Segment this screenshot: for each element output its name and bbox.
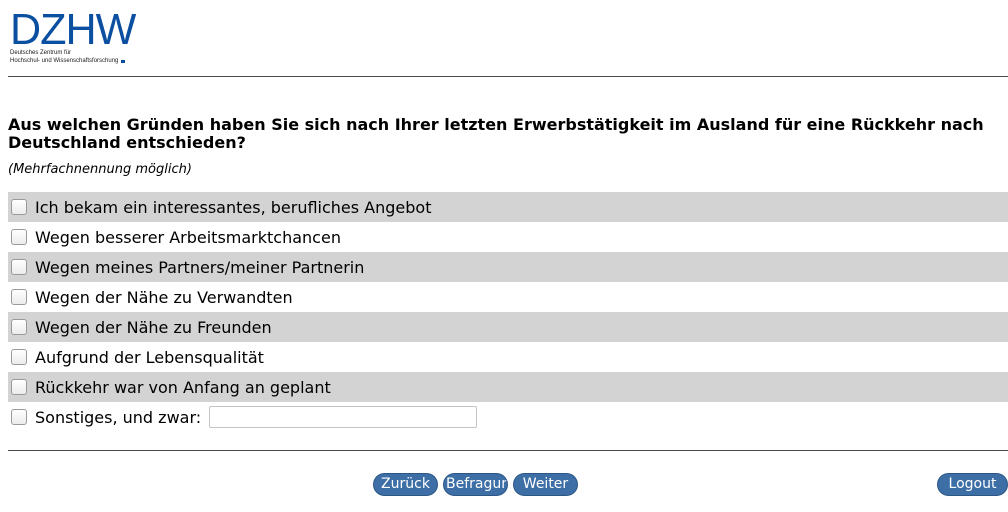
checkbox[interactable] [11, 319, 27, 335]
answer-options: Ich bekam ein interessantes, berufliches… [8, 192, 1008, 432]
footer-divider [8, 450, 1008, 451]
checkbox[interactable] [11, 259, 27, 275]
option-row[interactable]: Wegen der Nähe zu Freunden [8, 312, 1008, 342]
checkbox[interactable] [11, 349, 27, 365]
checkbox[interactable] [11, 379, 27, 395]
survey-button[interactable]: Befragung [443, 473, 508, 496]
logo-wordmark: DZHW [10, 5, 136, 54]
option-row-other[interactable]: Sonstiges, und zwar: [8, 402, 1008, 432]
other-text-input[interactable] [209, 406, 478, 428]
option-label: Aufgrund der Lebensqualität [35, 347, 264, 367]
option-row[interactable]: Rückkehr war von Anfang an geplant [8, 372, 1008, 402]
header-divider [8, 76, 1008, 77]
back-button[interactable]: Zurück [373, 473, 438, 496]
checkbox[interactable] [11, 199, 27, 215]
next-button[interactable]: Weiter [513, 473, 578, 496]
option-row[interactable]: Ich bekam ein interessantes, berufliches… [8, 192, 1008, 222]
option-label: Wegen der Nähe zu Freunden [35, 317, 272, 337]
question-hint: (Mehrfachnennung möglich) [8, 162, 192, 177]
logo-subtitle-line1: Deutsches Zentrum für [10, 50, 72, 56]
option-label: Rückkehr war von Anfang an geplant [35, 377, 331, 397]
question-text: Aus welchen Gründen haben Sie sich nach … [8, 115, 984, 152]
option-label: Wegen der Nähe zu Verwandten [35, 287, 293, 307]
logout-button[interactable]: Logout [937, 473, 1008, 496]
checkbox[interactable] [11, 289, 27, 305]
option-label: Wegen meines Partners/meiner Partnerin [35, 257, 365, 277]
logo-square-icon [121, 60, 126, 63]
checkbox[interactable] [11, 409, 27, 425]
checkbox[interactable] [11, 229, 27, 245]
dzhw-logo: DZHW Deutsches Zentrum für Hochschul- un… [10, 8, 150, 68]
option-label: Ich bekam ein interessantes, berufliches… [35, 197, 432, 217]
logo-subtitle-line2: Hochschul- und Wissenschaftsforschung [10, 58, 119, 64]
logo-subtitle: Deutsches Zentrum für Hochschul- und Wis… [10, 49, 126, 65]
option-label: Wegen besserer Arbeitsmarktchancen [35, 227, 341, 247]
option-row[interactable]: Aufgrund der Lebensqualität [8, 342, 1008, 372]
option-row[interactable]: Wegen meines Partners/meiner Partnerin [8, 252, 1008, 282]
option-label: Sonstiges, und zwar: [35, 407, 202, 427]
option-row[interactable]: Wegen besserer Arbeitsmarktchancen [8, 222, 1008, 252]
option-row[interactable]: Wegen der Nähe zu Verwandten [8, 282, 1008, 312]
